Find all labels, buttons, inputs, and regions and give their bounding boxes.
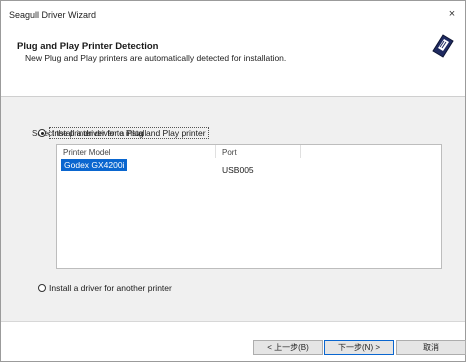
header-title: Plug and Play Printer Detection [17, 41, 159, 52]
list-header: Printer Model Port [57, 145, 441, 158]
option-another-printer[interactable]: Install a driver for another printer [38, 283, 172, 293]
column-divider[interactable] [215, 145, 216, 158]
cancel-button[interactable]: 取消 [396, 340, 466, 355]
footer-separator [1, 321, 465, 322]
close-button[interactable]: × [445, 6, 459, 22]
port-cell: USB005 [222, 165, 254, 175]
column-header-port[interactable]: Port [222, 148, 237, 157]
window-title: Seagull Driver Wizard [9, 10, 97, 20]
column-divider[interactable] [300, 145, 301, 158]
printer-list[interactable]: Printer Model Port Godex GX4200i USB005 [56, 144, 442, 269]
header-subtitle: New Plug and Play printers are automatic… [25, 53, 287, 63]
title-bar: Seagull Driver Wizard × [1, 1, 465, 29]
printer-model-cell: Godex GX4200i [61, 159, 128, 171]
wizard-window: Seagull Driver Wizard × Plug and Play Pr… [0, 0, 466, 362]
radio-label: Install a driver for another printer [49, 283, 172, 293]
radio-button[interactable] [38, 284, 46, 292]
wizard-content: Select the printer driver to install Ins… [1, 97, 465, 321]
next-button[interactable]: 下一步(N) > [324, 340, 394, 355]
list-item[interactable]: Godex GX4200i USB005 [57, 159, 441, 175]
seagull-wizard-logo-icon [429, 31, 457, 59]
wizard-header: Plug and Play Printer Detection New Plug… [1, 29, 465, 99]
column-header-printer-model[interactable]: Printer Model [63, 148, 111, 157]
radio-button[interactable] [38, 129, 46, 137]
back-button[interactable]: < 上一步(B) [253, 340, 323, 355]
radio-label: Install a driver for a Plug and Play pri… [49, 127, 209, 139]
option-plug-and-play[interactable]: Install a driver for a Plug and Play pri… [38, 127, 209, 139]
